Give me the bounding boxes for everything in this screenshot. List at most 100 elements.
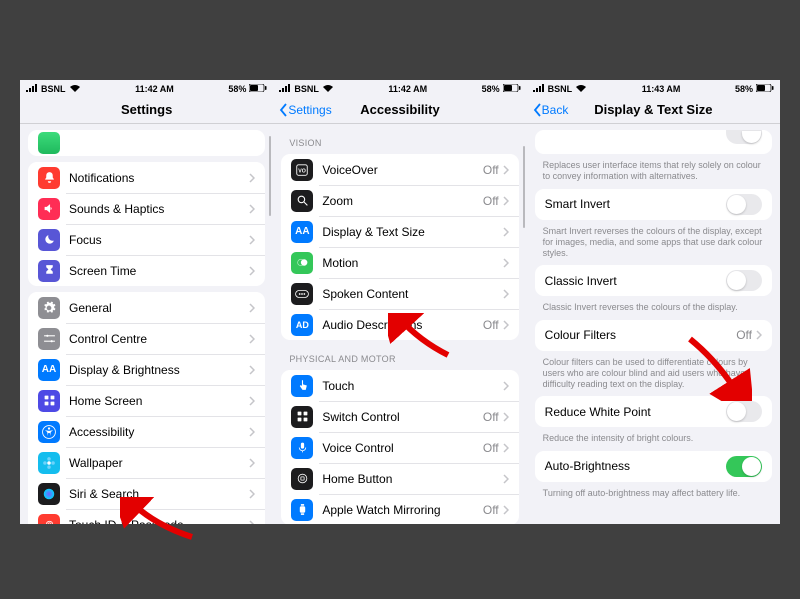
row-label: Audio Descriptions bbox=[322, 318, 483, 332]
footer-text: Classic Invert reverses the colours of t… bbox=[543, 302, 764, 313]
row-label: Wallpaper bbox=[69, 456, 249, 470]
settings-row[interactable]: ADAudio DescriptionsOff bbox=[281, 309, 518, 340]
chevron-right-icon bbox=[503, 165, 509, 175]
footer-text: Turning off auto-brightness may affect b… bbox=[543, 488, 764, 499]
settings-row[interactable]: Auto-Brightness bbox=[535, 451, 772, 482]
row-value: Off bbox=[483, 503, 499, 517]
time-label: 11:42 AM bbox=[135, 84, 174, 94]
chevron-right-icon bbox=[249, 427, 255, 437]
chevron-right-icon bbox=[249, 204, 255, 214]
settings-row[interactable]: Accessibility bbox=[28, 416, 265, 447]
flower-icon bbox=[38, 452, 60, 474]
battery-label: 58% bbox=[735, 84, 753, 94]
chevron-right-icon bbox=[503, 412, 509, 422]
toggle-switch[interactable] bbox=[726, 456, 762, 477]
settings-row[interactable]: ZoomOff bbox=[281, 185, 518, 216]
chevron-right-icon bbox=[503, 505, 509, 515]
settings-row[interactable]: General bbox=[28, 292, 265, 323]
chevron-right-icon bbox=[503, 227, 509, 237]
nav-bar: Settings bbox=[20, 96, 273, 124]
accessibility-icon bbox=[38, 421, 60, 443]
speaker-icon bbox=[38, 198, 60, 220]
settings-row[interactable]: Apple Watch MirroringOff bbox=[281, 494, 518, 524]
status-bar: BSNL 11:43 AM 58% bbox=[527, 80, 780, 96]
wifi-icon bbox=[575, 84, 587, 94]
settings-row[interactable]: Touch bbox=[281, 370, 518, 401]
row-label: Siri & Search bbox=[69, 487, 249, 501]
toggle-icon[interactable] bbox=[726, 130, 762, 144]
back-button[interactable]: Back bbox=[533, 96, 569, 124]
settings-row[interactable]: Control Centre bbox=[28, 323, 265, 354]
phone-settings: BSNL 11:42 AM 58% Settings Notifications… bbox=[20, 80, 273, 524]
triptych: BSNL 11:42 AM 58% Settings Notifications… bbox=[20, 80, 780, 524]
phone-display-text-size: BSNL 11:43 AM 58% Back Display & Text Si… bbox=[527, 80, 780, 524]
settings-row[interactable]: Motion bbox=[281, 247, 518, 278]
motion-icon bbox=[291, 252, 313, 274]
page-title: Display & Text Size bbox=[594, 102, 712, 117]
screentime-placeholder-icon bbox=[38, 132, 60, 154]
status-bar: BSNL 11:42 AM 58% bbox=[273, 80, 526, 96]
page-title: Settings bbox=[121, 102, 172, 117]
settings-row[interactable]: Focus bbox=[28, 224, 265, 255]
row-label: Accessibility bbox=[69, 425, 249, 439]
homebtn-icon bbox=[291, 468, 313, 490]
gear-icon bbox=[38, 297, 60, 319]
back-label: Back bbox=[542, 103, 569, 117]
svg-text:VO: VO bbox=[299, 168, 307, 174]
settings-row[interactable]: Wallpaper bbox=[28, 447, 265, 478]
settings-row[interactable]: Touch ID & Passcode bbox=[28, 509, 265, 524]
settings-row[interactable]: Sounds & Haptics bbox=[28, 193, 265, 224]
settings-row[interactable]: Colour FiltersOff bbox=[535, 320, 772, 351]
settings-row[interactable]: AADisplay & Brightness bbox=[28, 354, 265, 385]
settings-row[interactable]: Reduce White Point bbox=[535, 396, 772, 427]
chevron-right-icon bbox=[249, 396, 255, 406]
chevron-left-icon bbox=[279, 103, 287, 117]
touch-icon bbox=[291, 375, 313, 397]
settings-row[interactable]: Siri & Search bbox=[28, 478, 265, 509]
chevron-left-icon bbox=[533, 103, 541, 117]
wifi-icon bbox=[322, 84, 334, 94]
moon-icon bbox=[38, 229, 60, 251]
bell-icon bbox=[38, 167, 60, 189]
settings-row[interactable]: Smart Invert bbox=[535, 189, 772, 220]
row-value: Off bbox=[483, 194, 499, 208]
row-label: Home Button bbox=[322, 472, 502, 486]
settings-row-partial[interactable] bbox=[28, 130, 265, 156]
chevron-right-icon bbox=[249, 365, 255, 375]
settings-row[interactable]: Screen Time bbox=[28, 255, 265, 286]
row-label: Display & Text Size bbox=[322, 225, 502, 239]
settings-row[interactable]: VOVoiceOverOff bbox=[281, 154, 518, 185]
settings-row[interactable]: Home Screen bbox=[28, 385, 265, 416]
row-value: Off bbox=[483, 441, 499, 455]
time-label: 11:42 AM bbox=[388, 84, 427, 94]
settings-row[interactable]: Spoken Content bbox=[281, 278, 518, 309]
row-label: Voice Control bbox=[322, 441, 483, 455]
toggle-switch[interactable] bbox=[726, 401, 762, 422]
chevron-right-icon bbox=[503, 381, 509, 391]
chevron-right-icon bbox=[503, 320, 509, 330]
settings-row[interactable]: Home Button bbox=[281, 463, 518, 494]
row-label: Smart Invert bbox=[545, 197, 726, 211]
back-button[interactable]: Settings bbox=[279, 96, 331, 124]
settings-row[interactable]: Classic Invert bbox=[535, 265, 772, 296]
settings-row[interactable]: Notifications bbox=[28, 162, 265, 193]
nav-bar: Settings Accessibility bbox=[273, 96, 526, 124]
row-value: Off bbox=[483, 318, 499, 332]
ellipsis-icon bbox=[291, 283, 313, 305]
battery-icon bbox=[756, 84, 774, 94]
chevron-right-icon bbox=[503, 289, 509, 299]
battery-label: 58% bbox=[482, 84, 500, 94]
toggle-switch[interactable] bbox=[726, 270, 762, 291]
settings-row[interactable]: Switch ControlOff bbox=[281, 401, 518, 432]
chevron-right-icon bbox=[756, 330, 762, 340]
row-value: Off bbox=[483, 410, 499, 424]
toggle-switch[interactable] bbox=[726, 194, 762, 215]
footer-text: Colour filters can be used to differenti… bbox=[543, 357, 764, 391]
chevron-right-icon bbox=[249, 235, 255, 245]
row-label: Notifications bbox=[69, 171, 249, 185]
settings-row[interactable]: Voice ControlOff bbox=[281, 432, 518, 463]
section-header-physical: PHYSICAL AND MOTOR bbox=[289, 354, 510, 364]
settings-row[interactable]: AADisplay & Text Size bbox=[281, 216, 518, 247]
siri-icon bbox=[38, 483, 60, 505]
settings-content: Notifications Sounds & HapticsFocusScreen… bbox=[20, 124, 273, 524]
